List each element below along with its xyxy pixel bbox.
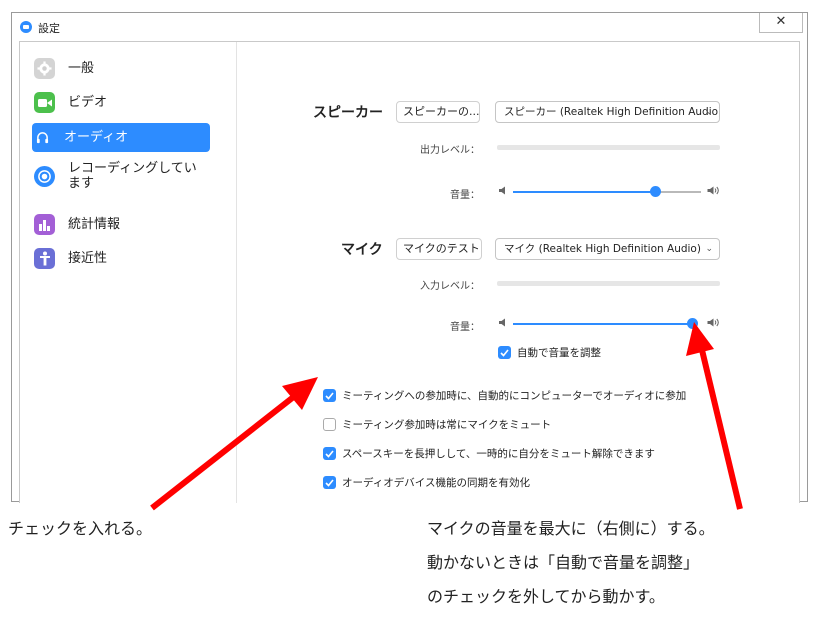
annotation-mic-caption-line2: 動かないときは「自動で音量を調整」 <box>427 553 700 572</box>
annotation-check-caption: チェックを入れる。 <box>8 519 153 538</box>
annotation-mic-caption-line1: マイクの音量を最大に（右側に）する。 <box>427 519 715 538</box>
arrow-to-mic-slider <box>686 322 743 510</box>
annotation-mic-caption-line3: のチェックを外してから動かす。 <box>427 587 665 606</box>
arrow-to-checkbox <box>150 377 318 511</box>
